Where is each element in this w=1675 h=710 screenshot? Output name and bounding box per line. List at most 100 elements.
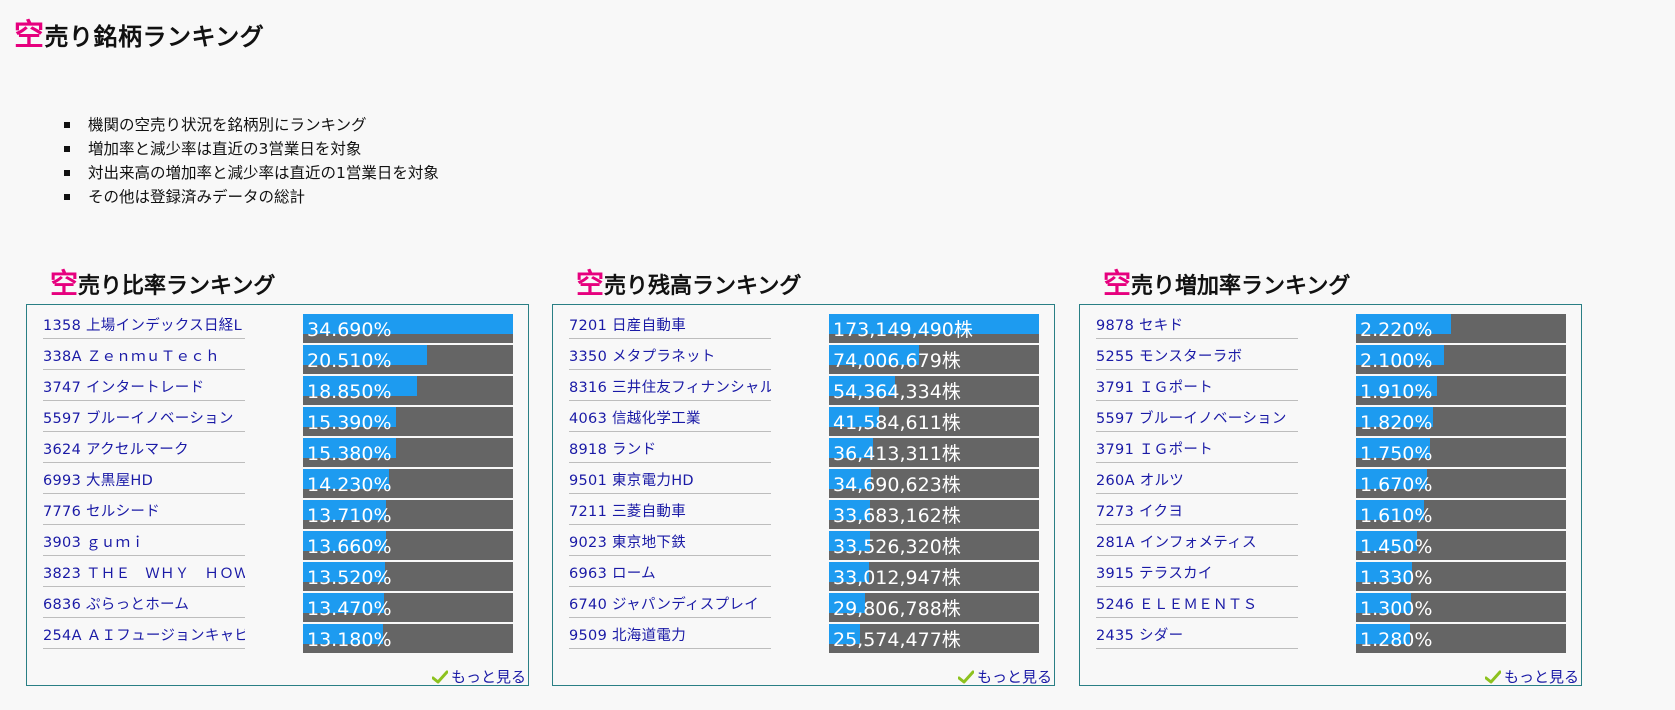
ranking-row: 6740 ジャパンディスプレイ 29,806,788株	[553, 593, 1054, 624]
value-bar: 29,806,788株	[829, 593, 1039, 622]
stock-link[interactable]: 4063 信越化学工業	[569, 408, 771, 432]
stock-link[interactable]: 6836 ぷらっとホーム	[43, 594, 245, 618]
stock-link[interactable]: 6993 大黒屋HD	[43, 470, 245, 494]
panel-title-kara-char: 空	[50, 267, 79, 300]
stock-link[interactable]: 3791 ＩＧポート	[1096, 377, 1298, 401]
more-label: もっと見る	[1503, 668, 1579, 686]
description-list: 機関の空売り状況を銘柄別にランキング 増加率と減少率は直近の3営業日を対象 対出…	[64, 113, 439, 209]
value-text: 20.510%	[307, 350, 392, 372]
stock-link[interactable]: 5597 ブルーイノベーション	[1096, 408, 1298, 432]
stock-link[interactable]: 2435 シダー	[1096, 625, 1298, 649]
ranking-row: 281A インフォメティス 1.450%	[1080, 531, 1581, 562]
note-item: 増加率と減少率は直近の3営業日を対象	[64, 137, 439, 161]
value-text: 15.380%	[307, 443, 392, 465]
ranking-panel-balance: 7201 日産自動車 173,149,490株 3350 メタプラネット 74,006…	[552, 304, 1055, 686]
ranking-row: 2435 シダー 1.280%	[1080, 624, 1581, 655]
stock-link[interactable]: 5597 ブルーイノベーション	[43, 408, 245, 432]
ranking-row: 5255 モンスターラボ 2.100%	[1080, 345, 1581, 376]
value-bar: 13.180%	[303, 624, 513, 653]
more-link[interactable]: もっと見る	[957, 666, 1052, 687]
value-bar: 1.450%	[1356, 531, 1566, 560]
value-text: 34,690,623株	[833, 474, 961, 496]
stock-link[interactable]: 281A インフォメティス	[1096, 532, 1298, 556]
more-label: もっと見る	[976, 668, 1052, 686]
note-item: 対出来高の増加率と減少率は直近の1営業日を対象	[64, 161, 439, 185]
check-icon	[957, 670, 974, 683]
value-bar: 1.300%	[1356, 593, 1566, 622]
stock-link[interactable]: 7273 イクヨ	[1096, 501, 1298, 525]
value-text: 1.820%	[1360, 412, 1433, 434]
stock-link[interactable]: 7211 三菱自動車	[569, 501, 771, 525]
stock-link[interactable]: 7776 セルシード	[43, 501, 245, 525]
stock-link[interactable]: 6740 ジャパンディスプレイ	[569, 594, 771, 618]
value-bar: 33,683,162株	[829, 500, 1039, 529]
stock-link[interactable]: 5246 ＥＬＥＭＥＮＴＳ	[1096, 594, 1298, 618]
value-bar: 41,584,611株	[829, 407, 1039, 436]
stock-link[interactable]: 3903 ｇｕｍｉ	[43, 532, 245, 556]
value-text: 1.280%	[1360, 629, 1433, 651]
value-text: 33,526,320株	[833, 536, 961, 558]
more-link[interactable]: もっと見る	[431, 666, 526, 687]
stock-link[interactable]: 338A ＺｅｎｍｕＴｅｃｈ	[43, 346, 245, 370]
value-bar: 15.380%	[303, 438, 513, 467]
ranking-row: 5597 ブルーイノベーション 15.390%	[27, 407, 528, 438]
panel-title-increase: 空売り増加率ランキング	[1103, 262, 1350, 302]
ranking-row: 338A ＺｅｎｍｕＴｅｃｈ 20.510%	[27, 345, 528, 376]
stock-link[interactable]: 3791 ＩＧポート	[1096, 439, 1298, 463]
value-bar: 13.470%	[303, 593, 513, 622]
stock-link[interactable]: 3350 メタプラネット	[569, 346, 771, 370]
stock-link[interactable]: 3915 テラスカイ	[1096, 563, 1298, 587]
more-link[interactable]: もっと見る	[1484, 666, 1579, 687]
value-text: 41,584,611株	[833, 412, 961, 434]
stock-link[interactable]: 7201 日産自動車	[569, 315, 771, 339]
value-bar: 2.220%	[1356, 314, 1566, 343]
value-bar: 54,364,334株	[829, 376, 1039, 405]
ranking-row: 254A ＡＩフュージョンキャピ 13.180%	[27, 624, 528, 655]
ranking-row: 9878 セキド 2.220%	[1080, 314, 1581, 345]
ranking-row: 3624 アクセルマーク 15.380%	[27, 438, 528, 469]
stock-link[interactable]: 1358 上場インデックス日経L	[43, 315, 245, 339]
value-bar: 34,690,623株	[829, 469, 1039, 498]
ranking-row: 1358 上場インデックス日経L 34.690%	[27, 314, 528, 345]
stock-link[interactable]: 3823 ＴＨＥ ＷＨＹ ＨＯＷ	[43, 563, 245, 587]
stock-link[interactable]: 5255 モンスターラボ	[1096, 346, 1298, 370]
stock-link[interactable]: 3747 インタートレード	[43, 377, 245, 401]
ranking-row: 3903 ｇｕｍｉ 13.660%	[27, 531, 528, 562]
ranking-row: 9023 東京地下鉄 33,526,320株	[553, 531, 1054, 562]
panel-title-kara-char: 空	[576, 267, 605, 300]
value-text: 13.710%	[307, 505, 392, 527]
stock-link[interactable]: 8918 ランド	[569, 439, 771, 463]
ranking-row: 3747 インタートレード 18.850%	[27, 376, 528, 407]
stock-link[interactable]: 9023 東京地下鉄	[569, 532, 771, 556]
stock-link[interactable]: 9509 北海道電力	[569, 625, 771, 649]
stock-link[interactable]: 8316 三井住友フィナンシャル	[569, 377, 771, 401]
value-text: 1.330%	[1360, 567, 1433, 589]
value-text: 1.750%	[1360, 443, 1433, 465]
value-text: 1.610%	[1360, 505, 1433, 527]
ranking-row: 3791 ＩＧポート 1.910%	[1080, 376, 1581, 407]
stock-link[interactable]: 9501 東京電力HD	[569, 470, 771, 494]
stock-link[interactable]: 260A オルツ	[1096, 470, 1298, 494]
panel-title-ratio: 空売り比率ランキング	[50, 262, 275, 302]
value-text: 1.670%	[1360, 474, 1433, 496]
value-bar: 33,012,947株	[829, 562, 1039, 591]
value-bar: 13.710%	[303, 500, 513, 529]
value-text: 18.850%	[307, 381, 392, 403]
value-text: 25,574,477株	[833, 629, 961, 651]
value-text: 13.180%	[307, 629, 392, 651]
value-bar: 13.660%	[303, 531, 513, 560]
more-label: もっと見る	[450, 668, 526, 686]
ranking-panel-ratio: 1358 上場インデックス日経L 34.690% 338A ＺｅｎｍｕＴｅｃｈ 20.…	[26, 304, 529, 686]
ranking-panel-increase: 9878 セキド 2.220% 5255 モンスターラボ 2.100% 3791 ＩＧポ…	[1079, 304, 1582, 686]
stock-link[interactable]: 3624 アクセルマーク	[43, 439, 245, 463]
ranking-row: 5246 ＥＬＥＭＥＮＴＳ 1.300%	[1080, 593, 1581, 624]
stock-link[interactable]: 254A ＡＩフュージョンキャピ	[43, 625, 245, 649]
value-bar: 18.850%	[303, 376, 513, 405]
ranking-row: 8316 三井住友フィナンシャル 54,364,334株	[553, 376, 1054, 407]
ranking-row: 3915 テラスカイ 1.330%	[1080, 562, 1581, 593]
ranking-row: 4063 信越化学工業 41,584,611株	[553, 407, 1054, 438]
value-bar: 33,526,320株	[829, 531, 1039, 560]
stock-link[interactable]: 9878 セキド	[1096, 315, 1298, 339]
stock-link[interactable]: 6963 ローム	[569, 563, 771, 587]
value-text: 74,006,679株	[833, 350, 961, 372]
